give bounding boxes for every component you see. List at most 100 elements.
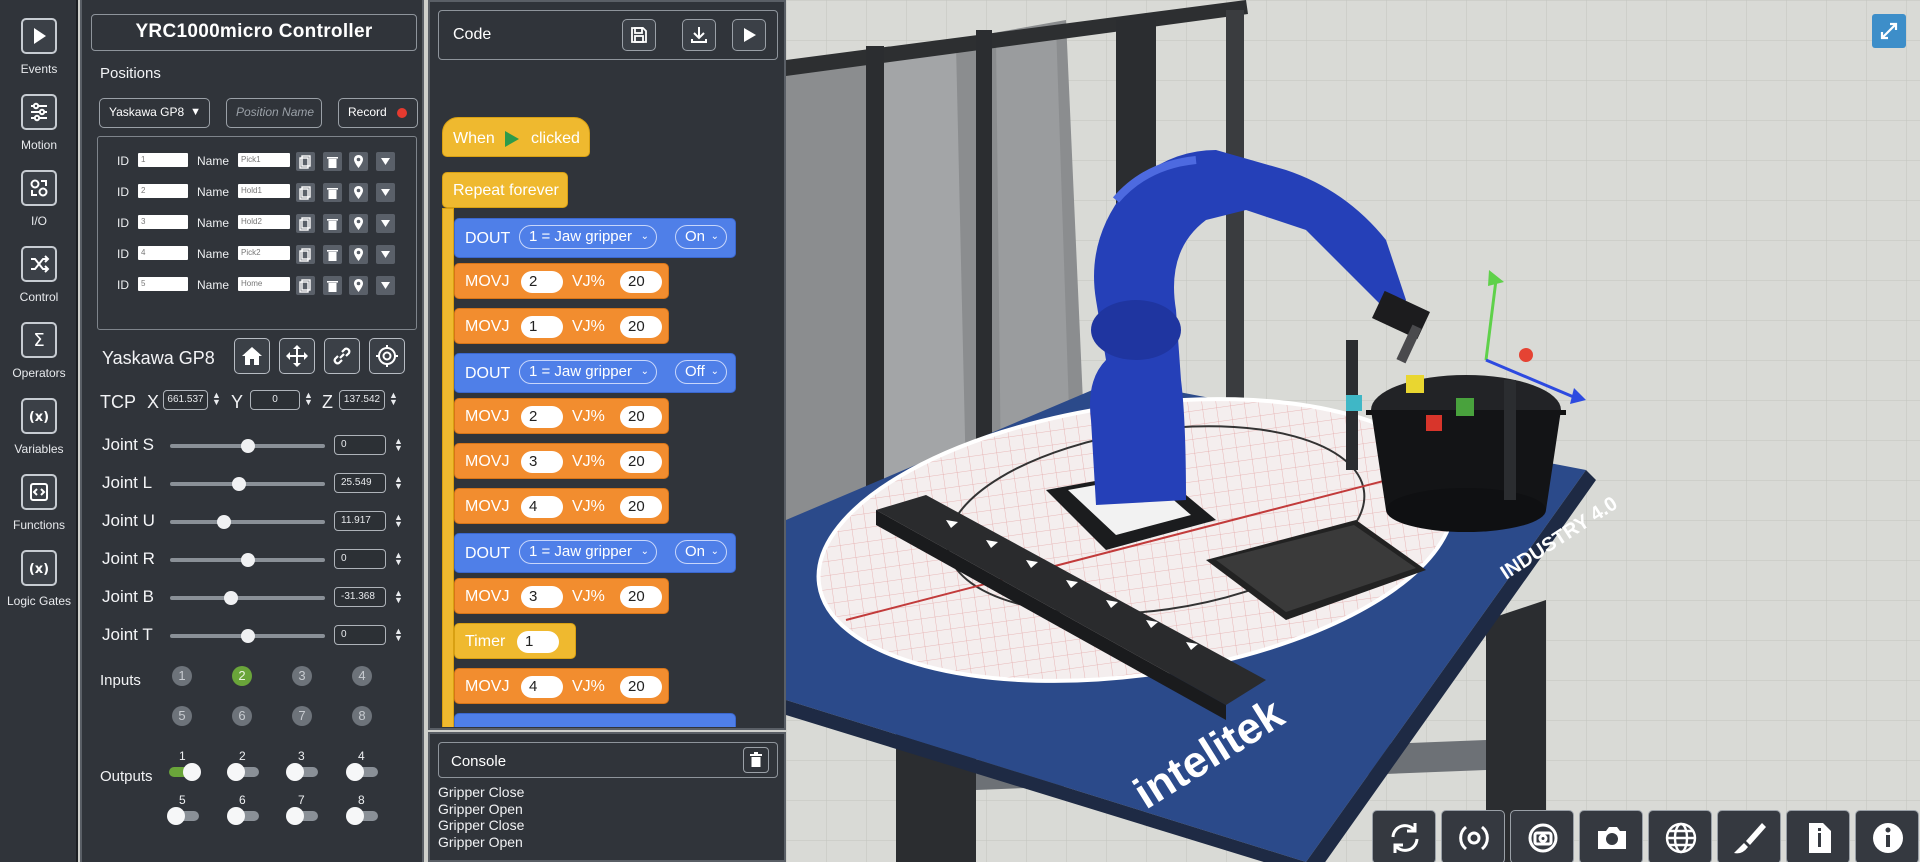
dout-block-partial[interactable] <box>454 713 736 727</box>
speed-input[interactable]: 20 <box>620 271 662 293</box>
joint-value-input[interactable]: 0 <box>334 625 386 645</box>
tcp-x-input[interactable]: 661.537 <box>163 390 208 410</box>
output-toggle[interactable]: 8 <box>346 793 380 825</box>
speed-input[interactable]: 20 <box>620 676 662 698</box>
timer-block[interactable]: Timer 1 <box>454 623 576 659</box>
location-pin-icon[interactable] <box>349 152 368 171</box>
io-tool[interactable]: I/O <box>0 170 78 228</box>
id-input[interactable]: 5 <box>138 277 188 291</box>
trash-icon[interactable] <box>323 183 342 202</box>
variables-tool[interactable]: (x) Variables <box>0 398 78 456</box>
slider-knob[interactable] <box>232 477 247 491</box>
tcp-y-input[interactable]: 0 <box>250 390 300 410</box>
state-dropdown[interactable]: On ⌄ <box>675 225 727 249</box>
gripper-dropdown[interactable]: 1 = Jaw gripper ⌄ <box>519 225 657 249</box>
state-dropdown[interactable]: On ⌄ <box>675 540 727 564</box>
position-input[interactable]: 3 <box>521 451 563 473</box>
slider-knob[interactable] <box>223 591 238 605</box>
position-input[interactable]: 2 <box>521 406 563 428</box>
joint-stepper[interactable]: ▲ ▼ <box>394 475 403 491</box>
joint-value-input[interactable]: -31.368 <box>334 587 386 607</box>
joint-value-input[interactable]: 0 <box>334 435 386 455</box>
dout-block[interactable]: DOUT 1 = Jaw gripper ⌄ On ⌄ <box>454 218 736 258</box>
joint-value-input[interactable]: 11.917 <box>334 511 386 531</box>
logic-gates-tool[interactable]: (x) Logic Gates <box>0 550 78 608</box>
tcp-z-stepper[interactable]: ▲ ▼ <box>389 391 398 407</box>
output-toggle[interactable]: 1 <box>167 749 201 781</box>
joint-slider[interactable] <box>170 629 325 643</box>
camera-rotate-icon[interactable] <box>1510 810 1574 862</box>
copy-icon[interactable] <box>296 214 315 233</box>
joint-slider[interactable] <box>170 553 325 567</box>
events-tool[interactable]: Events <box>0 18 78 76</box>
rotate-icon[interactable] <box>1441 810 1505 862</box>
timer-input[interactable]: 1 <box>517 631 559 653</box>
position-input[interactable]: 3 <box>521 586 563 608</box>
copy-icon[interactable] <box>296 245 315 264</box>
movj-block[interactable]: MOVJ 3 VJ% 20 <box>454 443 669 479</box>
location-pin-icon[interactable] <box>349 214 368 233</box>
gripper-dropdown[interactable]: 1 = Jaw gripper ⌄ <box>519 360 657 384</box>
position-input[interactable]: 4 <box>521 496 563 518</box>
copy-icon[interactable] <box>296 183 315 202</box>
location-pin-icon[interactable] <box>349 245 368 264</box>
trash-icon[interactable] <box>323 276 342 295</box>
slider-knob[interactable] <box>240 629 255 643</box>
brush-icon[interactable] <box>1717 810 1781 862</box>
output-toggle[interactable]: 2 <box>227 749 261 781</box>
position-input[interactable]: 4 <box>521 676 563 698</box>
slider-knob[interactable] <box>240 439 255 453</box>
speed-input[interactable]: 20 <box>620 451 662 473</box>
name-input[interactable]: Pick1 <box>238 153 290 167</box>
download-icon[interactable] <box>682 19 716 51</box>
id-input[interactable]: 3 <box>138 215 188 229</box>
dout-block[interactable]: DOUT 1 = Jaw gripper ⌄ Off ⌄ <box>454 353 736 393</box>
position-input[interactable]: 1 <box>521 316 563 338</box>
functions-tool[interactable]: Functions <box>0 474 78 532</box>
copy-icon[interactable] <box>296 152 315 171</box>
tcp-x-stepper[interactable]: ▲ ▼ <box>212 391 221 407</box>
joint-value-input[interactable]: 0 <box>334 549 386 569</box>
joint-slider[interactable] <box>170 591 325 605</box>
slider-knob[interactable] <box>216 515 231 529</box>
output-toggle[interactable]: 4 <box>346 749 380 781</box>
movj-block[interactable]: MOVJ 2 VJ% 20 <box>454 398 669 434</box>
speed-input[interactable]: 20 <box>620 586 662 608</box>
output-toggle[interactable]: 6 <box>227 793 261 825</box>
clear-console-trash-icon[interactable] <box>743 747 769 773</box>
dropdown-icon[interactable] <box>376 183 395 202</box>
joint-value-input[interactable]: 25.549 <box>334 473 386 493</box>
location-pin-icon[interactable] <box>349 183 368 202</box>
joint-slider[interactable] <box>170 439 325 453</box>
copy-icon[interactable] <box>296 276 315 295</box>
dropdown-icon[interactable] <box>376 152 395 171</box>
dropdown-icon[interactable] <box>376 214 395 233</box>
trash-icon[interactable] <box>323 152 342 171</box>
target-icon[interactable] <box>369 338 405 374</box>
movj-block[interactable]: MOVJ 4 VJ% 20 <box>454 488 669 524</box>
name-input[interactable]: Hold2 <box>238 215 290 229</box>
save-icon[interactable] <box>622 19 656 51</box>
trash-icon[interactable] <box>323 245 342 264</box>
3d-scene-viewport[interactable]: intelitek INDUSTRY 4.0 <box>786 0 1920 862</box>
motion-tool[interactable]: Motion <box>0 94 78 152</box>
position-input[interactable]: 2 <box>521 271 563 293</box>
name-input[interactable]: Pick2 <box>238 246 290 260</box>
movj-block[interactable]: MOVJ 2 VJ% 20 <box>454 263 669 299</box>
joint-slider[interactable] <box>170 515 325 529</box>
joint-stepper[interactable]: ▲ ▼ <box>394 513 403 529</box>
joint-stepper[interactable]: ▲ ▼ <box>394 551 403 567</box>
position-name-input[interactable]: Position Name <box>226 98 322 128</box>
movj-block[interactable]: MOVJ 3 VJ% 20 <box>454 578 669 614</box>
movj-block[interactable]: MOVJ 4 VJ% 20 <box>454 668 669 704</box>
speed-input[interactable]: 20 <box>620 316 662 338</box>
state-dropdown[interactable]: Off ⌄ <box>675 360 727 384</box>
name-input[interactable]: Home <box>238 277 290 291</box>
grid-globe-icon[interactable] <box>1648 810 1712 862</box>
id-input[interactable]: 1 <box>138 153 188 167</box>
id-input[interactable]: 4 <box>138 246 188 260</box>
run-icon[interactable] <box>732 19 766 51</box>
movj-block[interactable]: MOVJ 1 VJ% 20 <box>454 308 669 344</box>
link-icon[interactable] <box>324 338 360 374</box>
fullscreen-icon[interactable] <box>1872 14 1906 48</box>
